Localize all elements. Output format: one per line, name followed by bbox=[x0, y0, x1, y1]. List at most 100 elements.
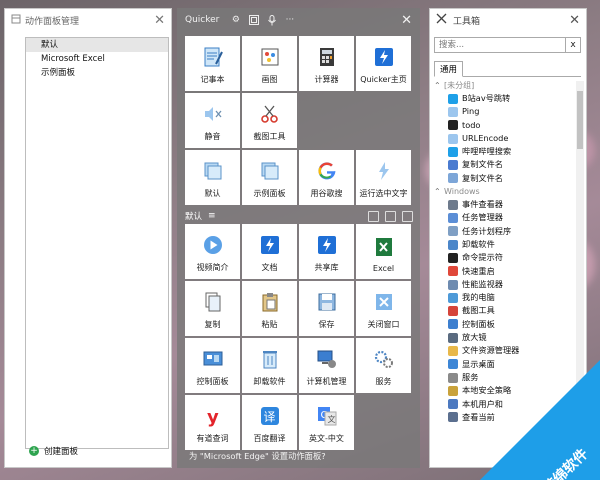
tree-item-label: 文件资源管理器 bbox=[462, 345, 520, 356]
close-icon[interactable]: ✕ bbox=[401, 13, 412, 28]
more-icon[interactable]: ··· bbox=[283, 14, 296, 27]
top-action-grid: 记事本 画图 计算器 Quicker主页静音 截图工具 默认 示例面板 用谷歌搜 运行选中文字 bbox=[185, 36, 411, 205]
paste-icon bbox=[259, 291, 281, 313]
tool-icon bbox=[448, 213, 458, 224]
panel-list-item[interactable]: 示例面板 bbox=[26, 66, 168, 80]
tool-icon bbox=[448, 332, 458, 343]
action-label: 复制 bbox=[204, 320, 221, 329]
tree-item[interactable]: 截图工具 bbox=[434, 304, 574, 317]
toolbox-icon bbox=[436, 13, 447, 27]
empty-slot bbox=[356, 395, 411, 450]
tree-item[interactable]: 卸载软件 bbox=[434, 238, 574, 251]
panel-list-item[interactable]: 默认 bbox=[26, 38, 168, 52]
action-button[interactable]: 关闭窗口 bbox=[356, 281, 411, 336]
tree-group[interactable]: ⌃ [未分组] bbox=[434, 79, 574, 92]
chevron-up-icon[interactable]: ⌃ bbox=[434, 185, 444, 198]
tree-item[interactable]: B站av号跳转 bbox=[434, 92, 574, 105]
tree-item[interactable]: 事件查看器 bbox=[434, 198, 574, 211]
tree-item-label: 控制面板 bbox=[462, 318, 495, 329]
set-panel-prompt[interactable]: 为 "Microsoft Edge" 设置动作面板? bbox=[189, 450, 326, 462]
svg-text:译: 译 bbox=[263, 410, 275, 424]
tree-group[interactable]: ⌃ Windows bbox=[434, 185, 574, 198]
window-grid-icon[interactable] bbox=[247, 14, 260, 27]
action-button[interactable]: Quicker主页 bbox=[356, 36, 411, 91]
tree-item[interactable]: Ping bbox=[434, 105, 574, 118]
action-label: 百度翻译 bbox=[253, 434, 286, 443]
gear-icon[interactable]: ⚙ bbox=[229, 14, 242, 27]
action-button[interactable]: 运行选中文字 bbox=[356, 150, 411, 205]
tree-item[interactable]: 任务管理器 bbox=[434, 211, 574, 224]
tool-icon bbox=[448, 173, 458, 184]
action-label: 卸载软件 bbox=[253, 377, 286, 386]
menu-icon[interactable]: ≡ bbox=[208, 211, 216, 221]
action-button[interactable]: y 有道查词 bbox=[185, 395, 240, 450]
watermark: 游绵软件 bbox=[480, 360, 600, 480]
action-button[interactable]: 记事本 bbox=[185, 36, 240, 91]
toolbox-tabs: 通用 bbox=[434, 61, 581, 77]
tool-icon bbox=[448, 93, 458, 104]
action-button[interactable]: 粘贴 bbox=[242, 281, 297, 336]
quicker-lightning-icon bbox=[259, 234, 281, 256]
close-icon[interactable]: ✕ bbox=[569, 13, 580, 28]
tree-item-label: 服务 bbox=[462, 371, 479, 382]
tree-item[interactable]: 快速重启 bbox=[434, 265, 574, 278]
action-button[interactable]: 复制 bbox=[185, 281, 240, 336]
tool-icon bbox=[448, 359, 458, 370]
tree-item[interactable]: todo bbox=[434, 119, 574, 132]
tree-item-label: 事件查看器 bbox=[462, 199, 503, 210]
tree-item[interactable]: 文件资源管理器 bbox=[434, 344, 574, 357]
toolbox-titlebar: 工具箱 ✕ bbox=[430, 9, 586, 31]
tree-item[interactable]: 放大镜 bbox=[434, 331, 574, 344]
tools-icon[interactable] bbox=[402, 210, 413, 222]
excel-icon bbox=[373, 236, 395, 258]
tree-item[interactable]: 命令提示符 bbox=[434, 251, 574, 264]
action-button[interactable]: 控制面板 bbox=[185, 338, 240, 393]
tool-icon bbox=[448, 306, 458, 317]
action-button[interactable]: 文档 bbox=[242, 224, 297, 279]
section-header: 默认 ≡ bbox=[185, 209, 413, 223]
create-panel-button[interactable]: + 创建面板 bbox=[29, 445, 78, 457]
quicker-window: Quicker ⚙ ··· ✕ 记事本 画图 计算器 Quicker主页 静音 截图工具默… bbox=[177, 8, 420, 468]
action-button[interactable]: 视频简介 bbox=[185, 224, 240, 279]
action-button[interactable]: 用谷歌搜 bbox=[299, 150, 354, 205]
chevron-up-icon[interactable]: ⌃ bbox=[434, 79, 444, 92]
copy-page-icon[interactable] bbox=[385, 210, 396, 222]
action-button[interactable]: G 文英文-中文 bbox=[299, 395, 354, 450]
tree-item-label: URLEncode bbox=[462, 132, 509, 143]
tree-item-label: 复制文件名 bbox=[462, 172, 503, 183]
action-button[interactable]: 默认 bbox=[185, 150, 240, 205]
panel-list: 默认 Microsoft Excel 示例面板 bbox=[25, 37, 169, 449]
action-button[interactable]: Excel bbox=[356, 224, 411, 279]
baidu-translate-icon: 译 bbox=[259, 405, 281, 427]
clear-search-button[interactable]: x bbox=[565, 38, 580, 52]
action-button[interactable]: 服务 bbox=[356, 338, 411, 393]
action-button[interactable]: 译百度翻译 bbox=[242, 395, 297, 450]
tree-item[interactable]: 复制文件名 bbox=[434, 158, 574, 171]
action-button[interactable]: 共享库 bbox=[299, 224, 354, 279]
panel-list-item[interactable]: Microsoft Excel bbox=[26, 52, 168, 66]
action-button[interactable]: 计算器 bbox=[299, 36, 354, 91]
action-button[interactable]: 静音 bbox=[185, 93, 240, 148]
page-icon[interactable] bbox=[368, 210, 379, 222]
tree-item[interactable]: 控制面板 bbox=[434, 318, 574, 331]
action-button[interactable]: 画图 bbox=[242, 36, 297, 91]
microphone-icon[interactable] bbox=[265, 14, 278, 27]
search-input[interactable] bbox=[435, 38, 565, 52]
tree-item[interactable]: 哔哩哔哩搜索 bbox=[434, 145, 574, 158]
action-button[interactable]: 卸载软件 bbox=[242, 338, 297, 393]
tree-item[interactable]: 性能监视器 bbox=[434, 278, 574, 291]
tree-item[interactable]: 任务计划程序 bbox=[434, 225, 574, 238]
action-button[interactable]: 保存 bbox=[299, 281, 354, 336]
tree-item[interactable]: URLEncode bbox=[434, 132, 574, 145]
quicker-titlebar: Quicker ⚙ ··· ✕ bbox=[177, 8, 420, 32]
tree-item[interactable]: 我的电脑 bbox=[434, 291, 574, 304]
close-icon[interactable]: ✕ bbox=[154, 13, 165, 28]
action-button[interactable]: 截图工具 bbox=[242, 93, 297, 148]
tree-item[interactable]: 复制文件名 bbox=[434, 172, 574, 185]
tab-general[interactable]: 通用 bbox=[434, 61, 464, 77]
tool-icon bbox=[448, 345, 458, 356]
scrollbar-thumb[interactable] bbox=[577, 91, 583, 149]
action-button[interactable]: 示例面板 bbox=[242, 150, 297, 205]
quicker-title: Quicker bbox=[185, 15, 220, 25]
action-button[interactable]: 计算机管理 bbox=[299, 338, 354, 393]
